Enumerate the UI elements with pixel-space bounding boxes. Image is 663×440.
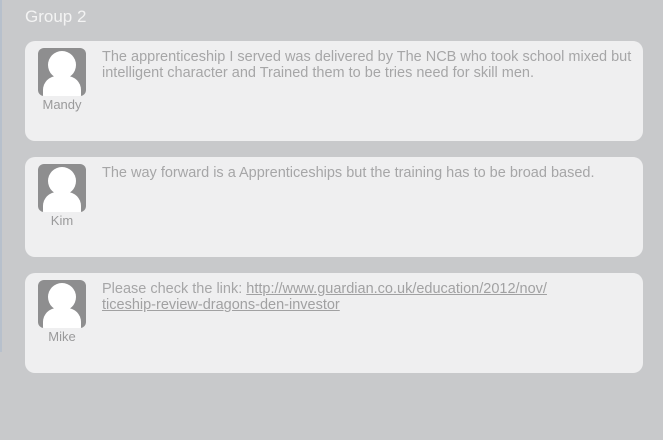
avatar-body-shape (43, 192, 81, 212)
article-link-line-2[interactable]: ticeship-review-dragons-den-investor (102, 297, 340, 313)
post-message-prefix: Please check the link: (102, 281, 247, 297)
group-title: Group 2 (25, 7, 87, 26)
post-card: Mandy The apprenticeship I served was de… (25, 41, 643, 141)
post-message: The apprenticeship I served was delivere… (102, 49, 632, 81)
left-edge-divider (0, 0, 2, 352)
post-author[interactable]: Kim (25, 213, 99, 229)
post-message: Please check the link: http://www.guardi… (102, 281, 632, 313)
avatar-body-shape (43, 308, 81, 328)
user-avatar-icon[interactable] (38, 48, 86, 96)
avatar-head-shape (48, 51, 76, 79)
user-avatar-icon[interactable] (38, 280, 86, 328)
avatar-head-shape (48, 283, 76, 311)
user-avatar-icon[interactable] (38, 164, 86, 212)
post-card: Kim The way forward is a Apprenticeships… (25, 157, 643, 257)
post-card: Mike Please check the link: http://www.g… (25, 273, 643, 373)
post-author[interactable]: Mike (25, 329, 99, 345)
article-link-line-1[interactable]: http://www.guardian.co.uk/education/2012… (246, 281, 547, 297)
post-message: The way forward is a Apprenticeships but… (102, 165, 595, 181)
avatar-body-shape (43, 76, 81, 96)
avatar-head-shape (48, 167, 76, 195)
post-author[interactable]: Mandy (25, 97, 99, 113)
